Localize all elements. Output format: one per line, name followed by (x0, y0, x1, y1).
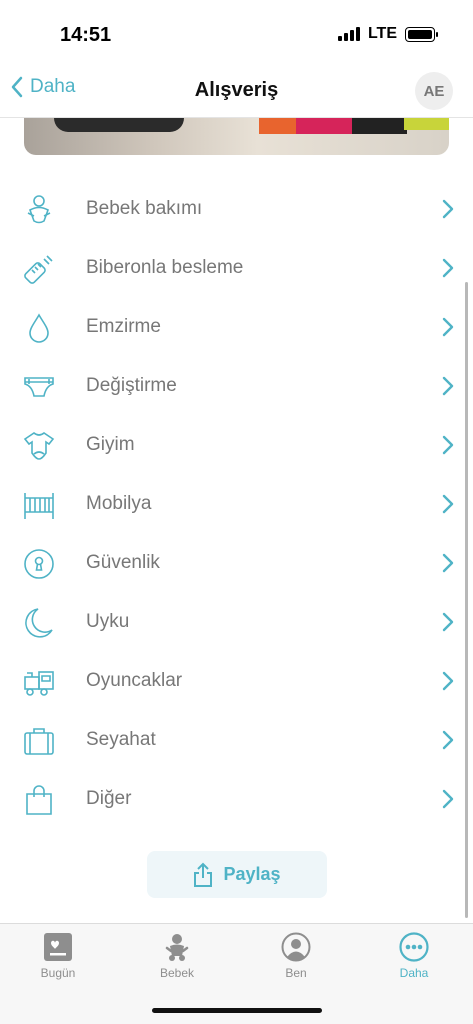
battery-icon (405, 26, 438, 42)
drop-icon (29, 313, 49, 343)
share-icon (194, 862, 213, 887)
chevron-right-icon (442, 317, 454, 337)
signal-icon (337, 27, 360, 41)
network-type: LTE (367, 25, 397, 42)
list-item-diger[interactable]: Diğer (0, 770, 473, 829)
banner-image[interactable] (24, 118, 449, 155)
list-item-emzirme[interactable]: Emzirme (0, 298, 473, 357)
tab-ben[interactable]: Ben (246, 932, 346, 980)
list-item-label: Diğer (86, 788, 132, 809)
list-item-degistirme[interactable]: Değiştirme (0, 357, 473, 416)
list-item-label: Uyku (86, 611, 130, 632)
list-item-biberonla-besleme[interactable]: Biberonla besleme (0, 239, 473, 298)
list-item-label: Biberonla besleme (86, 257, 244, 278)
chevron-right-icon (442, 553, 454, 573)
list-item-guvenlik[interactable]: Güvenlik (0, 534, 473, 593)
more-icon (399, 932, 429, 962)
scrollbar[interactable] (465, 282, 468, 918)
today-icon (44, 933, 72, 961)
chevron-right-icon (442, 671, 454, 691)
list-item-label: Bebek bakımı (86, 198, 203, 219)
tab-label: Bugün (40, 966, 76, 980)
baby-icon (165, 934, 189, 961)
chevron-right-icon (442, 376, 454, 396)
list-item-label: Seyahat (86, 729, 156, 750)
onesie-icon (23, 432, 55, 460)
list-item-label: Oyuncaklar (86, 670, 183, 691)
profile-icon (281, 932, 311, 962)
list-item-oyuncaklar[interactable]: Oyuncaklar (0, 652, 473, 711)
list-item-mobilya[interactable]: Mobilya (0, 475, 473, 534)
chevron-right-icon (442, 730, 454, 750)
status-time: 14:51 (60, 24, 112, 46)
moon-icon (25, 608, 53, 638)
list-item-uyku[interactable]: Uyku (0, 593, 473, 652)
chevron-right-icon (442, 258, 454, 278)
list-item-label: Giyim (86, 434, 135, 455)
list-item-bebek-bakimi[interactable]: Bebek bakımı (0, 180, 473, 239)
tab-label: Ben (285, 966, 307, 980)
status-indicators: LTE (337, 25, 438, 43)
keyhole-icon (24, 549, 54, 579)
crib-icon (24, 493, 54, 519)
list-item-label: Mobilya (86, 493, 152, 514)
toy-train-icon (24, 671, 54, 696)
list-item-label: Güvenlik (86, 552, 160, 573)
tab-bebek[interactable]: Bebek (127, 932, 227, 980)
list-item-label: Değiştirme (86, 375, 177, 396)
chevron-right-icon (442, 435, 454, 455)
chevron-right-icon (442, 612, 454, 632)
list-item-giyim[interactable]: Giyim (0, 416, 473, 475)
list-item-label: Emzirme (86, 316, 161, 337)
chevron-right-icon (442, 494, 454, 514)
avatar[interactable]: AE (415, 72, 453, 110)
status-bar: 14:51 LTE (0, 0, 473, 64)
tab-label: Bebek (159, 966, 195, 980)
share-label: Paylaş (223, 864, 281, 884)
baby-bottle-icon (24, 255, 53, 284)
category-list: Bebek bakımı Biberonla besleme Emzirme D… (0, 180, 473, 829)
page-title: Alışveriş (194, 79, 279, 101)
baby-care-icon (27, 195, 51, 224)
home-indicator[interactable] (152, 1008, 322, 1013)
tab-bugun[interactable]: Bugün (8, 932, 108, 980)
navigation-bar: Daha Alışveriş AE (0, 64, 473, 118)
chevron-right-icon (442, 199, 454, 219)
tab-daha[interactable]: Daha (364, 932, 464, 980)
chevron-right-icon (442, 789, 454, 809)
share-button[interactable]: Paylaş (147, 851, 327, 898)
shopping-bag-icon (26, 785, 52, 815)
suitcase-icon (24, 728, 54, 755)
tab-label: Daha (399, 966, 429, 980)
list-item-seyahat[interactable]: Seyahat (0, 711, 473, 770)
diaper-icon (24, 377, 54, 397)
